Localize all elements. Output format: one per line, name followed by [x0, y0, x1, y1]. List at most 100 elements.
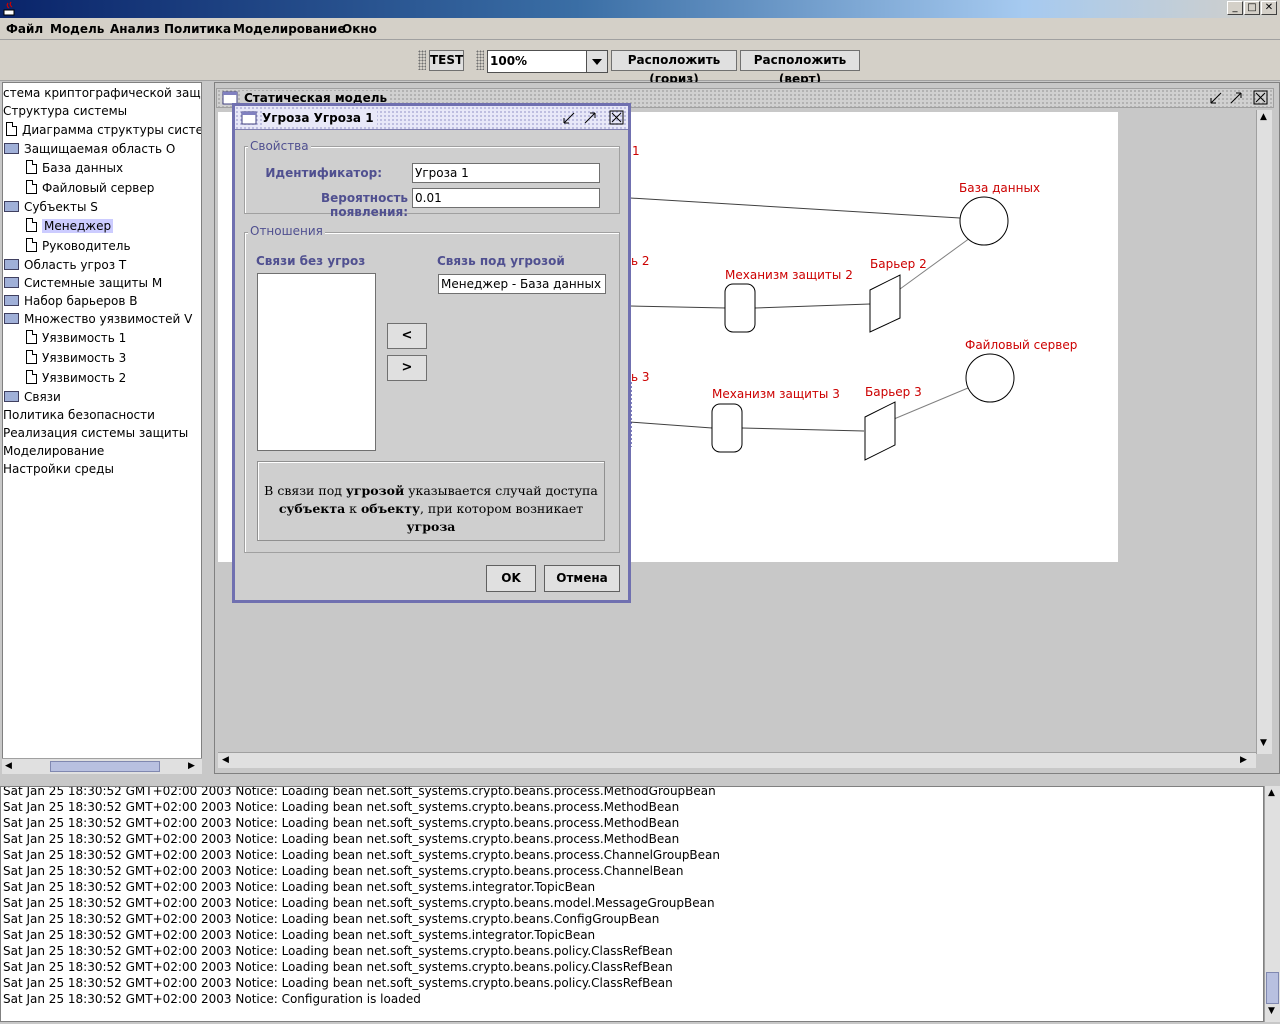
- mechanism-2-node[interactable]: [724, 283, 756, 333]
- frame-icon: [241, 111, 257, 125]
- tree-node[interactable]: Структура системы: [3, 102, 127, 120]
- link-line[interactable]: [754, 303, 871, 309]
- tree-node[interactable]: Множество уязвимостей V: [4, 310, 192, 328]
- toolbar-grip[interactable]: [476, 50, 484, 70]
- tree-node[interactable]: стема криптографической защиты: [3, 84, 201, 102]
- diagram-label-barrier-2: Барьер 2: [870, 257, 927, 271]
- menu-model[interactable]: Модель: [50, 22, 104, 36]
- info-text-box: В связи под угрозой указывается случай д…: [257, 461, 605, 541]
- diagram-label-partial: ь 3: [631, 370, 650, 384]
- toolbar-grip[interactable]: [418, 50, 426, 70]
- minimize-frame-icon[interactable]: [562, 111, 576, 125]
- document-icon: [26, 218, 37, 232]
- folder-icon: [4, 295, 19, 306]
- maximize-button[interactable]: □: [1244, 1, 1260, 15]
- tree-node[interactable]: Связи: [4, 388, 61, 406]
- scroll-right-icon[interactable]: ▶: [188, 761, 195, 771]
- menu-bar: Файл Модель Анализ Политика Моделировани…: [0, 18, 1280, 40]
- folder-icon: [4, 313, 19, 324]
- tree-horizontal-scrollbar[interactable]: ◀ ▶: [2, 758, 202, 774]
- test-button[interactable]: TEST: [429, 50, 464, 71]
- log-line: Sat Jan 25 18:30:52 GMT+02:00 2003 Notic…: [3, 786, 716, 798]
- scroll-right-icon[interactable]: ▶: [1240, 755, 1247, 765]
- log-console[interactable]: Sat Jan 25 18:30:52 GMT+02:00 2003 Notic…: [0, 786, 1264, 1022]
- tree-node[interactable]: Реализация системы защиты: [3, 424, 188, 442]
- tree-node[interactable]: Субъекты S: [4, 198, 98, 216]
- tree-node[interactable]: Защищаемая область O: [4, 140, 175, 158]
- scroll-left-icon[interactable]: ◀: [222, 755, 229, 765]
- move-left-button[interactable]: <: [387, 323, 427, 349]
- arrange-vertical-button[interactable]: Расположить (верт): [740, 50, 860, 86]
- scroll-down-icon[interactable]: ▼: [1268, 1006, 1275, 1016]
- link-line[interactable]: [741, 427, 865, 432]
- scroll-thumb[interactable]: [50, 761, 160, 772]
- zoom-dropdown-button[interactable]: [586, 50, 608, 73]
- menu-window[interactable]: Окно: [342, 22, 377, 36]
- minimize-button[interactable]: _: [1227, 1, 1243, 15]
- tree-node[interactable]: Моделирование: [3, 442, 104, 460]
- tree-node[interactable]: Системные защиты M: [4, 274, 162, 292]
- close-frame-icon[interactable]: [1253, 90, 1268, 105]
- log-line: Sat Jan 25 18:30:52 GMT+02:00 2003 Notic…: [3, 928, 596, 942]
- link-line[interactable]: [629, 421, 713, 429]
- diagram-horizontal-scrollbar[interactable]: ◀ ▶: [218, 752, 1256, 768]
- tree-node[interactable]: Политика безопасности: [3, 406, 155, 424]
- link-line[interactable]: [629, 197, 961, 219]
- menu-file[interactable]: Файл: [6, 22, 43, 36]
- dialog-title-bar[interactable]: Угроза Угроза 1: [235, 106, 628, 130]
- zoom-combo-field[interactable]: 100%: [487, 50, 587, 73]
- model-tree[interactable]: стема криптографической защиты Структура…: [2, 82, 202, 774]
- diagram-label-database: База данных: [959, 181, 1041, 195]
- object-fileserver-node[interactable]: [965, 353, 1015, 403]
- object-database-node[interactable]: [959, 196, 1009, 246]
- tree-node[interactable]: База данных: [26, 159, 123, 177]
- barrier-3-node[interactable]: [864, 401, 896, 461]
- threatened-link-item[interactable]: Менеджер - База данных: [438, 274, 606, 294]
- menu-analysis[interactable]: Анализ: [110, 22, 160, 36]
- arrange-horizontal-button[interactable]: Расположить (гориз): [611, 50, 737, 86]
- tree-node[interactable]: Уязвимость 1: [26, 329, 126, 347]
- tree-node[interactable]: Набор барьеров B: [4, 292, 137, 310]
- tree-node[interactable]: Область угроз T: [4, 256, 126, 274]
- log-vertical-scrollbar[interactable]: ▲ ▼: [1264, 786, 1280, 1022]
- maximize-frame-icon[interactable]: [1229, 91, 1243, 105]
- maximize-frame-icon[interactable]: [583, 111, 597, 125]
- move-right-button[interactable]: >: [387, 355, 427, 381]
- no-threat-links-list[interactable]: [257, 273, 376, 451]
- folder-icon: [4, 143, 19, 154]
- diagram-label-barrier-3: Барьер 3: [865, 385, 922, 399]
- menu-policy[interactable]: Политика: [164, 22, 231, 36]
- scroll-down-icon[interactable]: ▼: [1260, 738, 1267, 748]
- barrier-2-node[interactable]: [869, 274, 901, 333]
- chevron-down-icon: [592, 59, 602, 65]
- tree-node[interactable]: Диаграмма структуры системы: [6, 121, 201, 139]
- scroll-up-icon[interactable]: ▲: [1260, 112, 1267, 122]
- cancel-button[interactable]: Отмена: [544, 565, 620, 592]
- diagram-label-partial: ь 2: [631, 254, 650, 268]
- scroll-left-icon[interactable]: ◀: [5, 761, 12, 771]
- diagram-vertical-scrollbar[interactable]: ▲ ▼: [1256, 110, 1272, 754]
- identifier-field[interactable]: Угроза 1: [412, 163, 600, 183]
- scroll-thumb[interactable]: [1266, 972, 1279, 1004]
- mechanism-3-node[interactable]: [711, 403, 743, 453]
- ok-button[interactable]: OK: [486, 565, 536, 592]
- close-dialog-icon[interactable]: [609, 110, 624, 125]
- close-window-button[interactable]: ✕: [1261, 1, 1277, 15]
- link-line[interactable]: [629, 305, 727, 309]
- tree-node[interactable]: Руководитель: [26, 237, 131, 255]
- tree-node[interactable]: Настройки среды: [3, 460, 114, 478]
- log-line: Sat Jan 25 18:30:52 GMT+02:00 2003 Notic…: [3, 992, 421, 1006]
- tree-node[interactable]: Уязвимость 2: [26, 369, 126, 387]
- minimize-frame-icon[interactable]: [1209, 91, 1223, 105]
- identifier-label: Идентификатор:: [265, 166, 382, 180]
- vertical-splitter[interactable]: [203, 82, 213, 774]
- probability-field[interactable]: 0.01: [412, 188, 600, 208]
- log-line: Sat Jan 25 18:30:52 GMT+02:00 2003 Notic…: [3, 976, 673, 990]
- horizontal-splitter[interactable]: [0, 774, 1280, 786]
- menu-modeling[interactable]: Моделирование: [233, 22, 346, 36]
- scroll-up-icon[interactable]: ▲: [1268, 788, 1275, 798]
- tree-node-selected[interactable]: Менеджер: [26, 217, 114, 235]
- tree-node[interactable]: Файловый сервер: [26, 179, 154, 197]
- tree-node[interactable]: Уязвимость 3: [26, 349, 126, 367]
- no-threat-links-label: Связи без угроз: [256, 254, 366, 268]
